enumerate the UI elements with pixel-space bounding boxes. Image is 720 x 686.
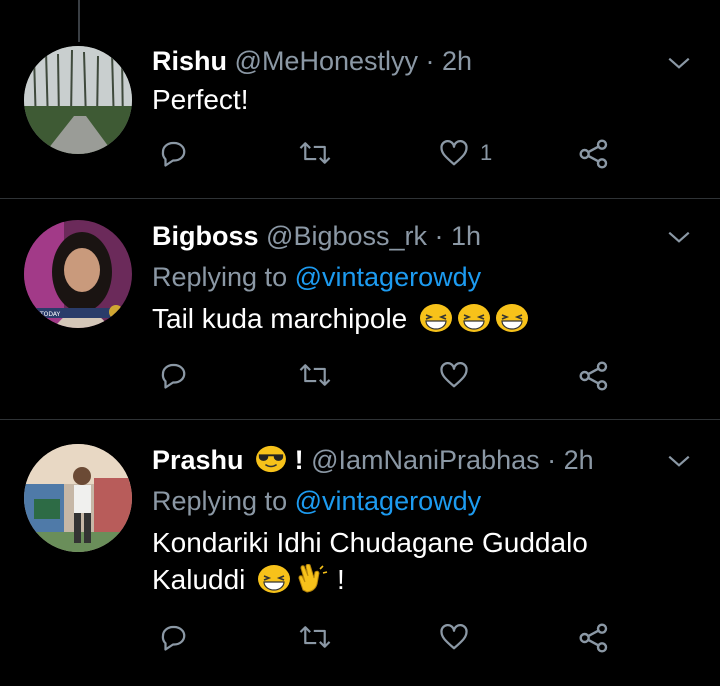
grinning-squinting-face-emoji xyxy=(458,303,491,332)
heart-icon xyxy=(440,624,468,650)
avatar[interactable]: TODAY xyxy=(24,220,132,328)
reply-button[interactable] xyxy=(158,622,188,652)
tweet-actions xyxy=(152,622,622,662)
tweet-actions: 1 xyxy=(152,138,622,178)
like-count: 1 xyxy=(480,140,493,165)
replying-prefix: Replying to xyxy=(152,486,288,516)
chevron-down-icon[interactable] xyxy=(666,50,692,76)
tweet-bigboss[interactable]: TODAY Bigboss @Bigboss_rk · 1h Replying … xyxy=(0,199,720,419)
user-handle[interactable]: @MeHonestlyy xyxy=(235,46,418,76)
replying-handle-link[interactable]: @vintagerowdy xyxy=(295,486,482,516)
tweet-text-content: Kaluddi xyxy=(152,564,246,595)
tweet-text: Perfect! xyxy=(152,84,249,115)
replying-to: Replying to @vintagerowdy xyxy=(152,260,660,294)
avatar-caption: TODAY xyxy=(39,311,61,318)
share-button[interactable] xyxy=(578,622,610,654)
chevron-down-icon[interactable] xyxy=(666,448,692,474)
tweet-rishu[interactable]: Rishu @MeHonestlyy · 2h Perfect! 1 xyxy=(0,0,720,198)
avatar[interactable] xyxy=(24,46,132,154)
tweet-text: Tail kuda marchipole xyxy=(152,300,660,337)
reply-icon xyxy=(161,363,186,389)
avatar[interactable] xyxy=(24,444,132,552)
reply-button[interactable] xyxy=(158,360,188,390)
share-icon xyxy=(579,623,608,653)
tweet-text: Kondariki Idhi Chudagane Guddalo Kaluddi… xyxy=(152,524,660,598)
grinning-squinting-face-emoji xyxy=(258,564,291,593)
display-name[interactable]: Rishu xyxy=(152,46,227,76)
share-button[interactable] xyxy=(578,138,610,170)
grinning-squinting-face-emoji xyxy=(496,303,529,332)
tweet-header: Rishu @MeHonestlyy · 2h xyxy=(152,44,660,78)
retweet-button[interactable] xyxy=(298,622,332,652)
retweet-button[interactable] xyxy=(298,138,332,168)
grinning-squinting-face-emoji xyxy=(420,303,453,332)
tweet-header: Bigboss @Bigboss_rk · 1h xyxy=(152,219,660,253)
like-button[interactable] xyxy=(438,622,470,652)
share-button[interactable] xyxy=(578,360,610,392)
share-icon xyxy=(579,139,608,169)
retweet-icon xyxy=(299,626,331,648)
user-handle[interactable]: @IamNaniPrabhas xyxy=(311,445,540,475)
sunglasses-face-emoji xyxy=(256,445,286,472)
retweet-icon xyxy=(299,142,331,164)
heart-icon xyxy=(440,140,468,166)
reply-icon xyxy=(161,625,186,651)
chevron-down-icon[interactable] xyxy=(666,224,692,250)
display-name[interactable]: Bigboss xyxy=(152,221,259,251)
heart-icon xyxy=(440,362,468,388)
replying-prefix: Replying to xyxy=(152,262,288,292)
user-handle[interactable]: @Bigboss_rk xyxy=(266,221,427,251)
display-name-suffix: ! xyxy=(294,445,304,475)
like-button[interactable] xyxy=(438,360,470,390)
reply-icon xyxy=(161,141,186,167)
clapping-hands-emoji xyxy=(298,563,328,593)
display-name[interactable]: Prashu xyxy=(152,445,244,475)
reply-button[interactable] xyxy=(158,138,188,168)
timestamp[interactable]: · 1h xyxy=(435,221,482,251)
like-button[interactable]: 1 xyxy=(438,138,492,168)
tweet-text-end: ! xyxy=(336,564,345,595)
tweet-text-line-2: Kaluddi ! xyxy=(152,561,660,598)
share-icon xyxy=(579,361,608,391)
retweet-button[interactable] xyxy=(298,360,332,390)
tweet-actions xyxy=(152,360,622,400)
timestamp[interactable]: · 2h xyxy=(547,445,594,475)
tweet-header: Prashu ! @IamNaniPrabhas · 2h xyxy=(152,443,660,477)
timestamp[interactable]: · 2h xyxy=(426,46,473,76)
tweet-text-line-1: Kondariki Idhi Chudagane Guddalo xyxy=(152,527,588,558)
replying-to: Replying to @vintagerowdy xyxy=(152,484,660,518)
replying-handle-link[interactable]: @vintagerowdy xyxy=(295,262,482,292)
tweet-prashu[interactable]: Prashu ! @IamNaniPrabhas · 2h Replying t… xyxy=(0,420,720,686)
tweet-text-content: Tail kuda marchipole xyxy=(152,303,408,334)
retweet-icon xyxy=(299,364,331,386)
